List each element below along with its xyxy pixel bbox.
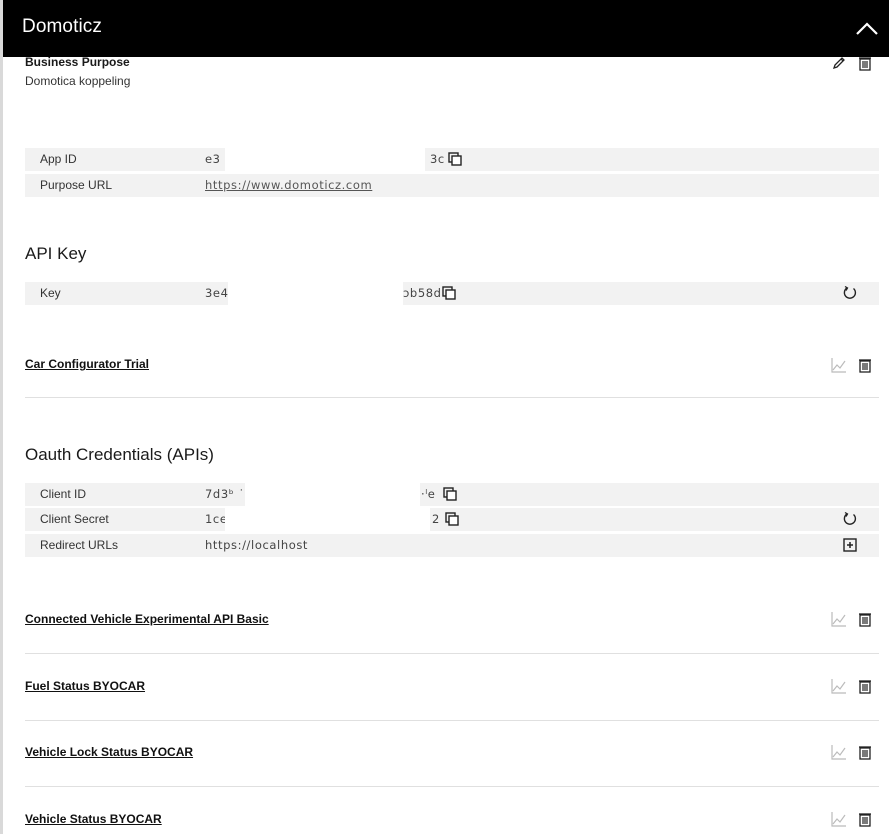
api-key-row: Key 3e4 ɔb58d xyxy=(25,282,879,305)
redacted-block xyxy=(245,483,420,506)
client-id-value-end: ·ˡe xyxy=(421,487,436,501)
product-fuel-status-link[interactable]: Fuel Status BYOCAR xyxy=(25,679,145,693)
app-header: Domoticz xyxy=(3,0,889,57)
api-key-label: Key xyxy=(40,286,61,300)
business-purpose-title: Business Purpose xyxy=(25,55,130,69)
divider xyxy=(25,720,879,721)
redirect-urls-value: https://localhost xyxy=(205,538,309,552)
edit-pencil-icon[interactable] xyxy=(831,55,849,73)
client-secret-row: Client Secret 1ce 2 xyxy=(25,508,879,531)
app-id-label: App ID xyxy=(40,152,77,166)
oauth-heading: Oauth Credentials (APIs) xyxy=(25,445,214,464)
redacted-block xyxy=(225,508,430,531)
trash-icon[interactable] xyxy=(857,357,875,375)
product-vehicle-status-link[interactable]: Vehicle Status BYOCAR xyxy=(25,812,162,826)
trash-icon[interactable] xyxy=(857,811,875,829)
regenerate-icon[interactable] xyxy=(842,285,860,303)
trash-icon[interactable] xyxy=(857,611,875,629)
page-frame xyxy=(0,0,889,834)
copy-icon[interactable] xyxy=(442,486,460,504)
analytics-chart-icon[interactable] xyxy=(831,744,849,762)
product-car-configurator-link[interactable]: Car Configurator Trial xyxy=(25,357,149,371)
client-id-row: Client ID 7d3ᵇ ˙ ·ˡe xyxy=(25,483,879,506)
redirect-urls-label: Redirect URLs xyxy=(40,538,119,552)
divider xyxy=(25,653,879,654)
redacted-block xyxy=(225,148,425,171)
divider xyxy=(25,786,879,787)
app-title: Domoticz xyxy=(22,16,102,37)
business-purpose-value: Domotica koppeling xyxy=(25,74,131,88)
redacted-block xyxy=(228,282,403,305)
app-id-value-start: e3 xyxy=(205,152,221,166)
client-secret-label: Client Secret xyxy=(40,512,109,526)
analytics-chart-icon[interactable] xyxy=(831,357,849,375)
chevron-up-icon[interactable] xyxy=(854,15,880,41)
analytics-chart-icon[interactable] xyxy=(831,811,849,829)
copy-icon[interactable] xyxy=(447,151,465,169)
purpose-url-link[interactable]: https://www.domoticz.com xyxy=(205,178,372,192)
purpose-url-row: Purpose URL https://www.domoticz.com xyxy=(25,174,879,197)
divider xyxy=(25,397,879,398)
api-key-heading: API Key xyxy=(25,244,87,263)
api-key-value-end: ɔb58d xyxy=(403,286,442,300)
trash-icon[interactable] xyxy=(857,55,875,73)
app-id-value-end: 3c xyxy=(430,152,445,166)
client-secret-value-end: 2 xyxy=(432,512,440,526)
api-key-value-start: 3e4 xyxy=(205,286,229,300)
copy-icon[interactable] xyxy=(444,511,462,529)
analytics-chart-icon[interactable] xyxy=(831,678,849,696)
product-connected-vehicle-link[interactable]: Connected Vehicle Experimental API Basic xyxy=(25,612,269,626)
product-vehicle-lock-link[interactable]: Vehicle Lock Status BYOCAR xyxy=(25,745,193,759)
app-id-row: App ID e3 3c xyxy=(25,148,879,171)
analytics-chart-icon[interactable] xyxy=(831,611,849,629)
copy-icon[interactable] xyxy=(441,285,459,303)
add-box-icon[interactable] xyxy=(842,537,860,555)
client-id-label: Client ID xyxy=(40,487,87,501)
trash-icon[interactable] xyxy=(857,744,875,762)
purpose-url-label: Purpose URL xyxy=(40,178,113,192)
regenerate-icon[interactable] xyxy=(842,511,860,529)
trash-icon[interactable] xyxy=(857,678,875,696)
redirect-urls-row: Redirect URLs https://localhost xyxy=(25,534,879,557)
client-id-value-start: 7d3ᵇ ˙ xyxy=(205,487,245,501)
